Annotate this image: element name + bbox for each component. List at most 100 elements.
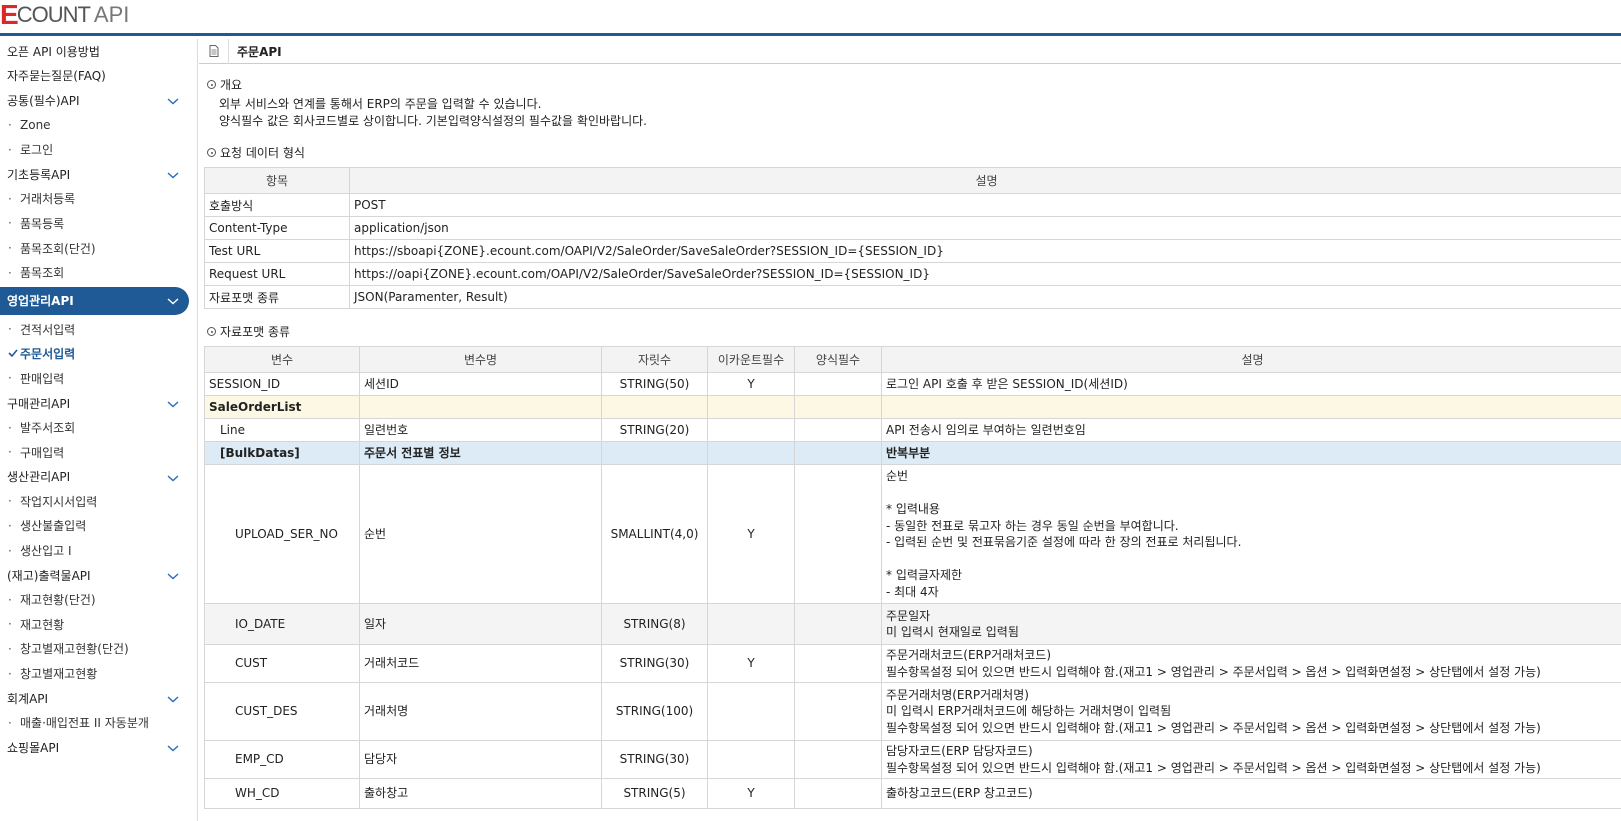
- request-value-cell: JSON(Paramenter, Result): [349, 285, 1621, 309]
- description-cell: API 전송시 임의로 부여하는 일련번호임: [881, 418, 1621, 442]
- ecount-required-cell: Y: [707, 778, 795, 809]
- sidebar-item-label: 공통(필수)API: [7, 93, 80, 108]
- description-cell: 출하창고코드(ERP 창고코드): [881, 778, 1621, 809]
- sidebar-item-label: 구매입력: [20, 445, 65, 460]
- header-item: 항목: [204, 167, 350, 194]
- ecount-required-cell: [707, 603, 795, 645]
- table-row: [BulkDatas] 주문서 전표별 정보 반복부분: [204, 441, 1621, 465]
- length-cell: SMALLINT(4,0): [601, 464, 708, 604]
- form-required-cell: [794, 740, 882, 779]
- table-row: WH_CD 출하창고 STRING(5) Y 출하창고코드(ERP 창고코드): [204, 778, 1621, 809]
- sidebar-subitem-23[interactable]: · 재고현황: [0, 612, 197, 637]
- request-item-cell: Test URL: [204, 239, 350, 263]
- bullet-dot-icon: ·: [8, 142, 12, 157]
- sidebar-subitem-12[interactable]: 주문서입력: [0, 342, 197, 367]
- table-row: CUST_DES 거래처명 STRING(100) 주문거래처명(ERP거래처명) 미…: [204, 682, 1621, 741]
- ecount-api-logo[interactable]: E COUNT API: [0, 0, 129, 30]
- document-icon: [199, 39, 229, 64]
- chevron-down-icon[interactable]: [166, 397, 180, 411]
- chevron-down-icon[interactable]: [166, 294, 180, 308]
- length-cell: STRING(100): [601, 682, 708, 741]
- request-format-heading: 요청 데이터 형식: [207, 144, 305, 161]
- sidebar-item-label: 발주서조회: [20, 421, 76, 436]
- sidebar-category-14[interactable]: 구매관리API: [0, 391, 197, 416]
- sidebar-subitem-3[interactable]: · Zone: [0, 113, 197, 138]
- sidebar-subitem-8[interactable]: · 품목조회(단건): [0, 236, 197, 261]
- description-cell: 담당자코드(ERP 담당자코드) 필수항목설정 되어 있으면 반드시 입력해야 …: [881, 740, 1621, 779]
- variable-cell: CUST: [204, 644, 360, 683]
- table-row: EMP_CD 담당자 STRING(30) 담당자코드(ERP 담당자코드) 필수항목…: [204, 740, 1621, 779]
- description-cell: 로그인 API 호출 후 받은 SESSION_ID(세션ID): [881, 372, 1621, 396]
- sidebar-subitem-13[interactable]: · 판매입력: [0, 366, 197, 391]
- sidebar-item-label: 오픈 API 이용방법: [7, 44, 100, 59]
- bullet-dot-icon: ·: [8, 216, 12, 231]
- sidebar-subitem-19[interactable]: · 생산불출입력: [0, 514, 197, 539]
- chevron-down-icon[interactable]: [166, 94, 180, 108]
- sidebar-subitem-15[interactable]: · 발주서조회: [0, 415, 197, 440]
- sidebar-category-26[interactable]: 회계API: [0, 686, 197, 711]
- sidebar-category-21[interactable]: (재고)출력물API: [0, 563, 197, 588]
- sidebar-subitem-6[interactable]: · 거래처등록: [0, 187, 197, 212]
- form-required-cell: [794, 778, 882, 809]
- ecount-required-cell: [707, 441, 795, 465]
- sidebar-item-label: (재고)출력물API: [7, 568, 91, 583]
- sidebar-subitem-9[interactable]: · 품목조회: [0, 260, 197, 285]
- chevron-down-icon[interactable]: [166, 741, 180, 755]
- bullet-dot-icon: ·: [8, 265, 12, 280]
- form-required-cell: [794, 603, 882, 645]
- format-header-cell: 이카운트필수: [707, 346, 795, 373]
- data-format-table: 변수 변수명 자릿수 이카운트필수 양식필수 설명 SESSION_ID 세션ID STRIN…: [204, 346, 1621, 809]
- sidebar-category-1[interactable]: 자주묻는질문(FAQ): [0, 64, 197, 89]
- table-row: SESSION_ID 세션ID STRING(50) Y 로그인 API 호출 후 받은…: [204, 372, 1621, 396]
- form-required-cell: [794, 372, 882, 396]
- request-value-cell: https://sboapi{ZONE}.ecount.com/OAPI/V2/…: [349, 239, 1621, 263]
- sidebar-category-10[interactable]: 영업관리API: [0, 286, 189, 315]
- sidebar-subitem-27[interactable]: · 매출·매입전표 II 자동분개: [0, 710, 197, 735]
- sidebar-category-28[interactable]: 쇼핑몰API: [0, 735, 197, 760]
- sidebar-subitem-18[interactable]: · 작업지시서입력: [0, 489, 197, 514]
- variable-cell: UPLOAD_SER_NO: [204, 464, 360, 604]
- sidebar-category-2[interactable]: 공통(필수)API: [0, 88, 197, 113]
- main-content: 주문API 개요 외부 서비스와 연계를 통해서 ERP의 주문을 입력할 수 …: [199, 39, 1621, 821]
- chevron-down-icon[interactable]: [166, 168, 180, 182]
- sidebar-subitem-4[interactable]: · 로그인: [0, 137, 197, 162]
- bullet-dot-icon: ·: [8, 420, 12, 435]
- ecount-required-cell: Y: [707, 464, 795, 604]
- sidebar-subitem-25[interactable]: · 창고별재고현황: [0, 661, 197, 686]
- request-item-cell: 호출방식: [204, 193, 350, 217]
- sidebar-item-label: 창고별재고현황(단건): [20, 642, 129, 657]
- sidebar-subitem-22[interactable]: · 재고현황(단건): [0, 587, 197, 612]
- header-description: 설명: [349, 167, 1621, 194]
- bullet-circle-icon: [207, 148, 216, 157]
- variable-cell: SESSION_ID: [204, 372, 360, 396]
- format-header-cell: 변수: [204, 346, 360, 373]
- sidebar-item-label: Zone: [20, 118, 51, 133]
- sidebar-item-label: 재고현황(단건): [20, 593, 96, 608]
- sidebar-subitem-24[interactable]: · 창고별재고현황(단건): [0, 637, 197, 662]
- sidebar-nav: 오픈 API 이용방법 자주묻는질문(FAQ) 공통(필수)API · Zone · 로그인…: [0, 39, 198, 821]
- sidebar-item-label: 쇼핑몰API: [7, 740, 60, 755]
- logo-count: COUNT: [16, 2, 91, 27]
- bullet-dot-icon: ·: [8, 494, 12, 509]
- variable-cell: EMP_CD: [204, 740, 360, 779]
- bullet-dot-icon: ·: [8, 371, 12, 386]
- sidebar-category-17[interactable]: 생산관리API: [0, 465, 197, 490]
- sidebar-category-5[interactable]: 기초등록API: [0, 162, 197, 187]
- length-cell: STRING(8): [601, 603, 708, 645]
- sidebar-subitem-11[interactable]: · 견적서입력: [0, 317, 197, 342]
- sidebar-subitem-7[interactable]: · 품목등록: [0, 211, 197, 236]
- sidebar-item-label: 생산입고 I: [20, 544, 72, 559]
- sidebar-category-0[interactable]: 오픈 API 이용방법: [0, 39, 197, 64]
- sidebar-subitem-20[interactable]: · 생산입고 I: [0, 538, 197, 563]
- sidebar-item-label: 창고별재고현황: [20, 667, 98, 682]
- chevron-down-icon[interactable]: [166, 692, 180, 706]
- chevron-down-icon[interactable]: [166, 569, 180, 583]
- request-item-cell: Request URL: [204, 262, 350, 286]
- variable-name-cell: 담당자: [359, 740, 602, 779]
- variable-cell: IO_DATE: [204, 603, 360, 645]
- sidebar-item-label: 생산관리API: [7, 470, 71, 485]
- length-cell: STRING(5): [601, 778, 708, 809]
- variable-name-cell: [359, 395, 602, 419]
- chevron-down-icon[interactable]: [166, 471, 180, 485]
- sidebar-subitem-16[interactable]: · 구매입력: [0, 440, 197, 465]
